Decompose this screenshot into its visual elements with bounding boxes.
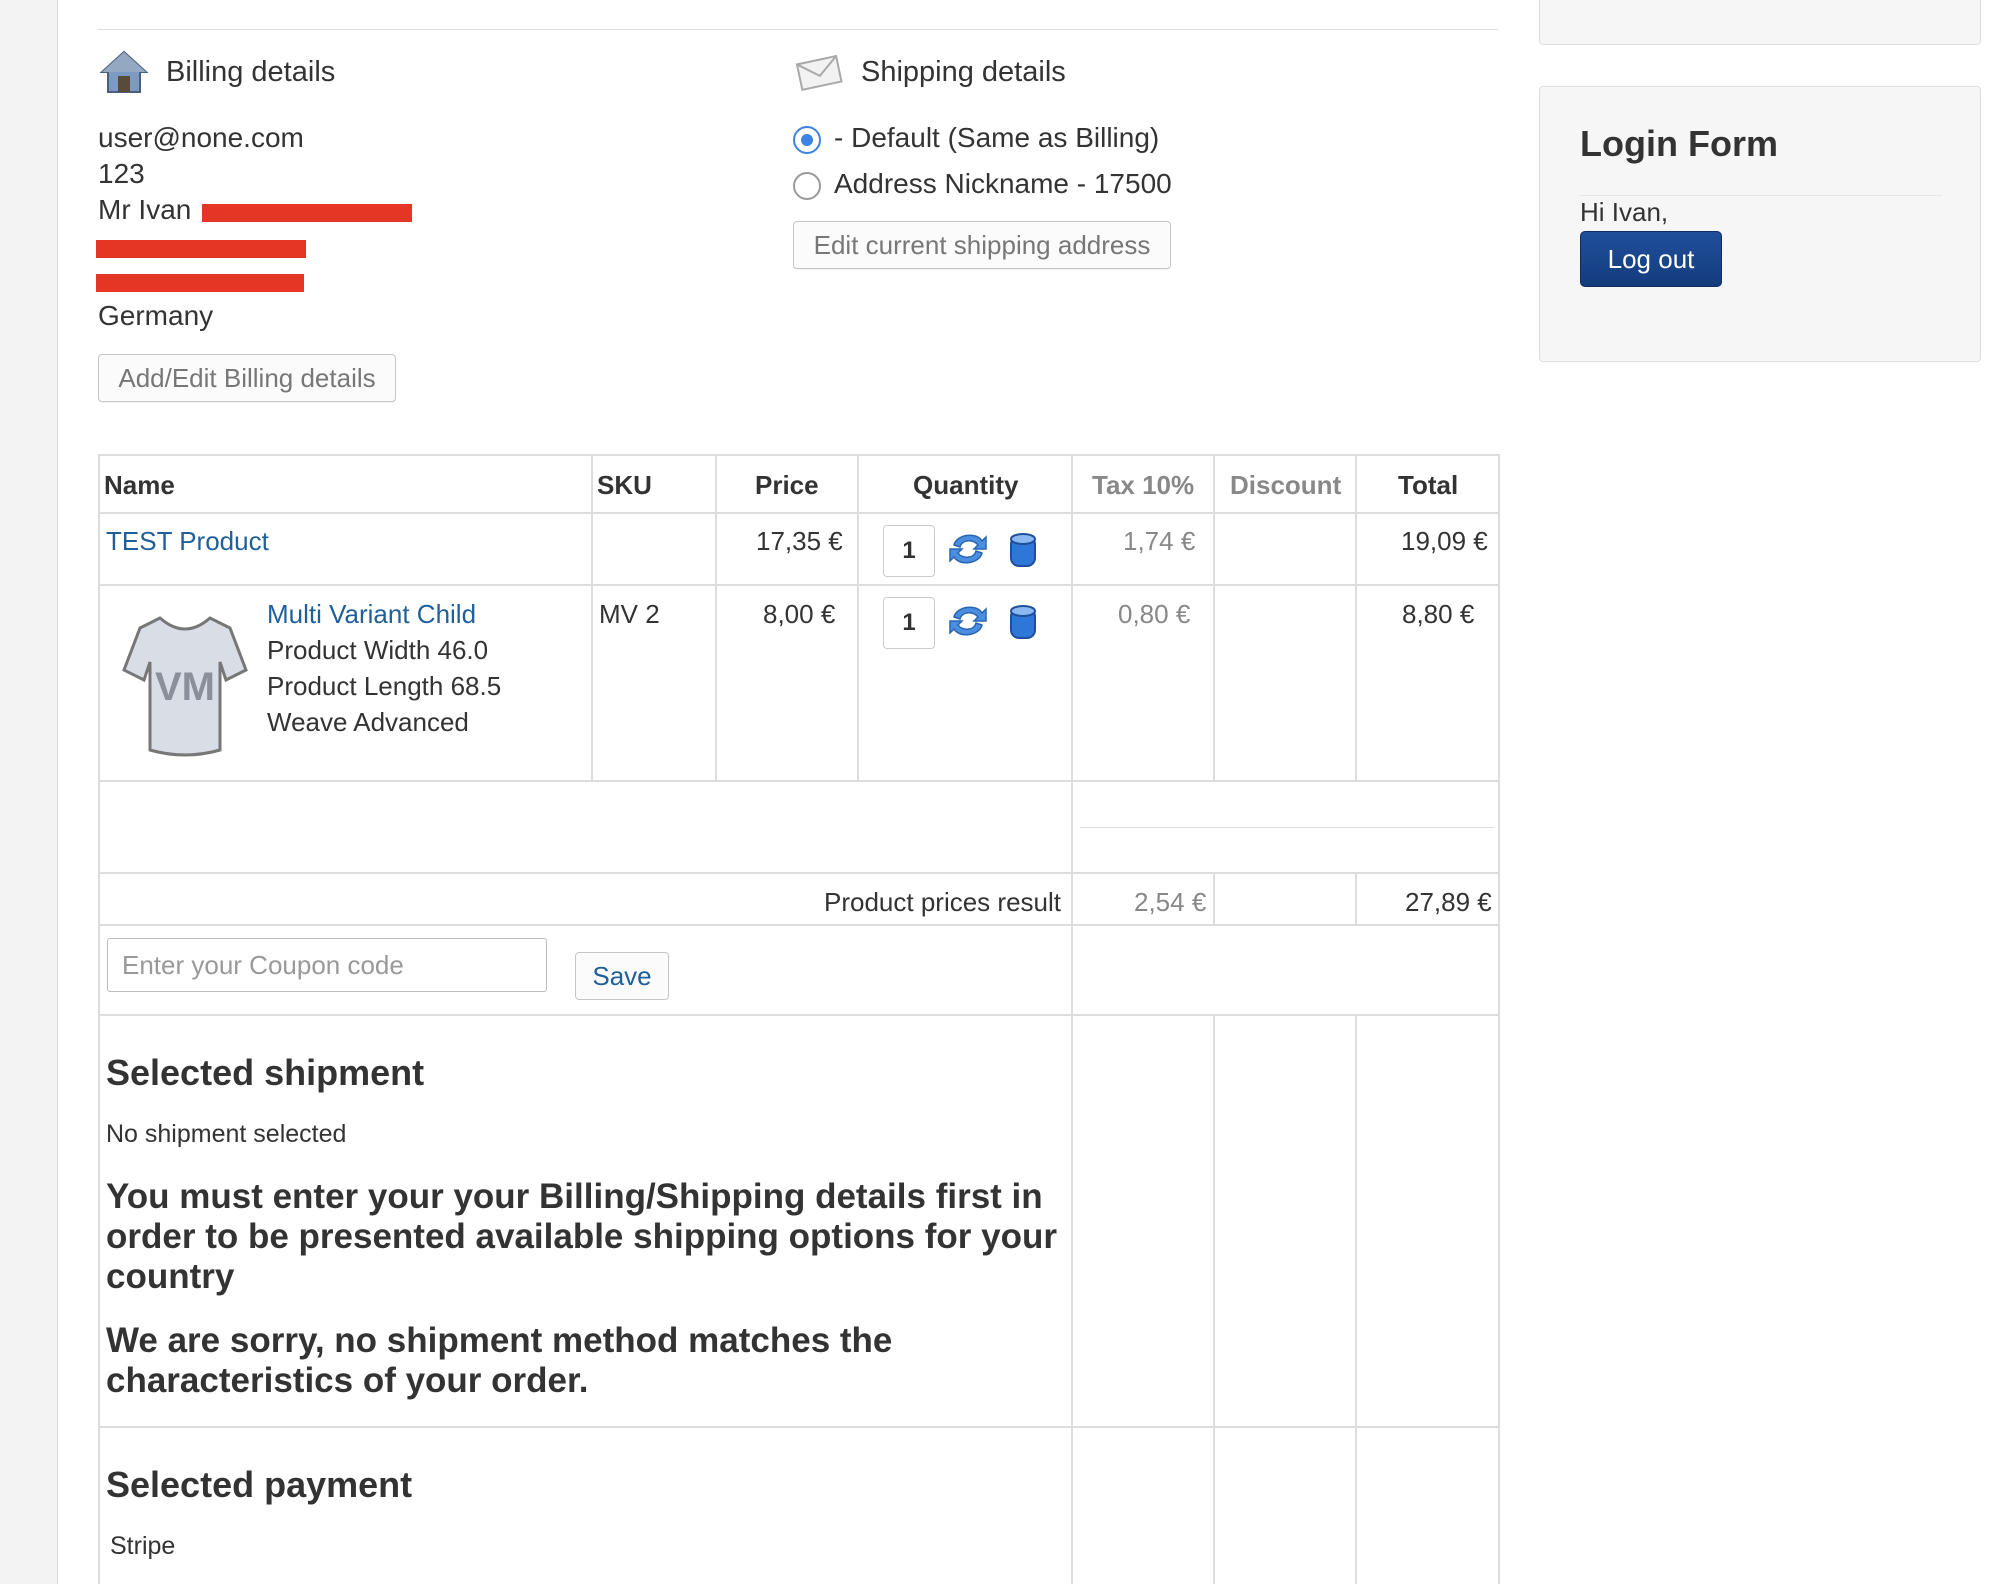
payment-title: Selected payment (106, 1464, 413, 1505)
table-col-rule (591, 454, 593, 780)
table-col-rule (1355, 1014, 1357, 1584)
product-link[interactable]: Multi Variant Child (267, 599, 476, 630)
shipment-warning: You must enter your your Billing/Shippin… (106, 1177, 1057, 1296)
login-title: Login Form (1580, 123, 1778, 164)
product-thumbnail: VM (122, 616, 248, 757)
col-header-tax: Tax 10% (1092, 470, 1195, 500)
login-divider (1580, 195, 1942, 196)
item-price: 17,35 € (756, 526, 843, 556)
table-rule (98, 924, 1500, 926)
col-header-sku: SKU (597, 470, 652, 500)
shipping-header: Shipping details (793, 46, 1066, 98)
product-attribute: Product Length 68.5 (267, 671, 502, 701)
shipment-status: No shipment selected (106, 1120, 347, 1148)
shipping-nickname-radio[interactable] (793, 172, 821, 200)
result-label: Product prices result (824, 887, 1061, 917)
thumbnail-logo-text: VM (155, 665, 215, 709)
col-header-discount: Discount (1230, 470, 1342, 500)
delete-icon[interactable] (1001, 600, 1045, 644)
billing-email: user@none.com (98, 122, 304, 153)
coupon-save-button[interactable]: Save (575, 952, 669, 1000)
table-rule (1080, 827, 1494, 828)
table-rule (98, 872, 1500, 874)
table-col-rule (1355, 454, 1357, 780)
col-header-total: Total (1398, 470, 1459, 500)
quantity-input[interactable]: 1 (883, 597, 935, 649)
billing-line2: 123 (98, 158, 145, 189)
col-header-name: Name (104, 470, 175, 500)
edit-shipping-button[interactable]: Edit current shipping address (793, 221, 1171, 269)
table-rule (98, 584, 1500, 586)
top-divider (98, 29, 1498, 30)
col-header-quantity: Quantity (913, 470, 1019, 500)
table-rule (98, 512, 1500, 514)
quantity-input[interactable]: 1 (883, 525, 935, 577)
result-tax: 2,54 € (1134, 887, 1207, 917)
billing-name: Mr Ivan (98, 194, 192, 225)
item-total: 19,09 € (1401, 526, 1488, 556)
table-col-rule (1071, 454, 1073, 1584)
billing-title: Billing details (166, 55, 336, 88)
shipping-default-label: - Default (Same as Billing) (834, 122, 1160, 153)
edit-billing-button[interactable]: Add/Edit Billing details (98, 354, 396, 402)
payment-method: Stripe (110, 1532, 176, 1560)
redaction-bar (202, 204, 412, 222)
login-greeting: Hi Ivan, (1580, 197, 1669, 227)
product-attribute: Product Width 46.0 (267, 635, 489, 665)
item-price: 8,00 € (763, 599, 836, 629)
house-icon (99, 50, 149, 93)
table-col-rule (1213, 872, 1215, 924)
item-tax: 0,80 € (1118, 599, 1191, 629)
shipping-default-radio[interactable] (793, 126, 821, 154)
coupon-input[interactable]: Enter your Coupon code (107, 938, 547, 992)
table-col-rule (1213, 454, 1215, 780)
table-col-rule (857, 454, 859, 780)
shipping-title: Shipping details (861, 55, 1066, 88)
table-col-rule (1213, 1014, 1215, 1584)
item-total: 8,80 € (1402, 599, 1475, 629)
table-col-rule (1355, 872, 1357, 924)
shipping-nickname-label: Address Nickname - 17500 (834, 168, 1172, 199)
product-attribute: Weave Advanced (267, 707, 469, 737)
logout-button[interactable]: Log out (1580, 231, 1722, 287)
refresh-icon[interactable] (946, 527, 990, 571)
item-tax: 1,74 € (1123, 526, 1196, 556)
redaction-bar (96, 240, 306, 258)
product-link[interactable]: TEST Product (106, 526, 269, 557)
item-sku: MV 2 (599, 599, 660, 629)
table-rule (98, 1426, 1500, 1428)
redaction-bar (96, 274, 304, 292)
refresh-icon[interactable] (946, 599, 990, 643)
login-module: Login Form Hi Ivan, Log out (1539, 86, 1981, 362)
shipment-title: Selected shipment (106, 1052, 425, 1093)
delete-icon[interactable] (1001, 528, 1045, 572)
shipment-warning: We are sorry, no shipment method matches… (106, 1321, 893, 1400)
table-rule (98, 780, 1500, 782)
result-total: 27,89 € (1405, 887, 1492, 917)
sidebar-module-top (1539, 0, 1981, 45)
table-col-rule (715, 454, 717, 780)
envelope-icon (795, 54, 843, 92)
col-header-price: Price (755, 470, 819, 500)
table-rule (98, 1014, 1500, 1016)
billing-country: Germany (98, 300, 214, 331)
billing-header: Billing details (98, 46, 335, 98)
